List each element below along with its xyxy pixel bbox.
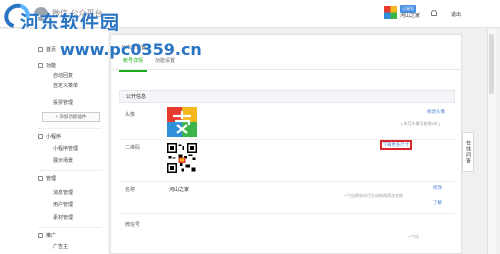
row-divider — [119, 213, 455, 214]
sidebar-item-miniprogram-manage[interactable]: 小程序管理 — [53, 145, 78, 152]
name-change-note: 一个自然年内可主动修改两次名称 — [343, 193, 403, 198]
name-row-label: 名称 — [125, 187, 136, 193]
sidebar-item-materials[interactable]: 素材管理 — [53, 214, 73, 221]
learn-more-link[interactable]: 了解 — [433, 200, 442, 206]
account-avatar-image — [167, 107, 197, 137]
account-name-value: 河山之家 — [169, 187, 190, 193]
function-icon — [38, 63, 43, 68]
top-bar: 微信·公众平台 河东软件园 订阅号 河山之家 退出 — [0, 0, 500, 34]
sidebar-group-label: 小程序 — [46, 134, 62, 140]
scrollbar-thumb[interactable] — [489, 34, 494, 94]
bell-icon[interactable] — [431, 10, 437, 16]
sidebar-group-function[interactable]: 功能 — [38, 62, 56, 69]
watermark-url: www.pc0359.cn — [60, 40, 202, 59]
change-avatar-link[interactable]: 修改头像 — [427, 109, 445, 115]
account-name[interactable]: 河山之家 — [400, 12, 420, 19]
sidebar-divider — [38, 128, 102, 129]
sidebar-group-label: 管理 — [46, 176, 57, 182]
avatar-row-label: 头像 — [125, 112, 136, 118]
account-avatar-icon[interactable] — [384, 6, 397, 19]
sidebar-group-promote[interactable]: 推广 — [38, 232, 56, 239]
sidebar-divider — [38, 227, 102, 228]
sidebar-item-custom-menu[interactable]: 自定义菜单 — [53, 82, 78, 89]
qrcode-image — [167, 143, 197, 173]
avatar-change-note: ( 本月头像可修改5次 ) — [401, 121, 441, 126]
add-plugin-button[interactable]: + 添加功能插件 — [42, 112, 100, 122]
sidebar-group-label: 推广 — [46, 233, 57, 239]
row-divider — [119, 181, 455, 182]
sidebar-group-label: 功能 — [46, 63, 57, 69]
edit-name-link[interactable]: 修改 — [433, 185, 442, 191]
section-public-info: 公开信息 — [119, 90, 455, 103]
sidebar-group-home[interactable]: 首页 — [38, 46, 56, 53]
home-icon — [38, 47, 43, 52]
sidebar-group-label: 首页 — [46, 47, 57, 53]
qrcode-row-label: 二维码 — [125, 145, 141, 151]
miniprogram-icon — [38, 134, 43, 139]
manage-icon — [38, 176, 43, 181]
main-panel: 公众号设置 帐号详情 功能设置 公开信息 头像 修改头像 ( 本月头像可修改5次… — [110, 34, 462, 254]
sidebar-item-display-scene[interactable]: 展示场景 — [53, 157, 73, 164]
wechat-id-row-label: 微信号 — [125, 222, 141, 228]
sidebar-divider — [38, 170, 102, 171]
sidebar-item-advertiser[interactable]: 广告主 — [53, 243, 68, 250]
tab-divider — [111, 69, 461, 70]
promote-icon — [38, 233, 43, 238]
sidebar-item-vote[interactable]: 投票管理 — [53, 99, 73, 106]
sidebar-item-messages[interactable]: 消息管理 — [53, 189, 73, 196]
download-more-sizes-link[interactable]: 下载更多尺寸 — [383, 142, 409, 148]
sidebar-item-users[interactable]: 用户管理 — [53, 201, 73, 208]
sidebar-group-manage[interactable]: 管理 — [38, 175, 56, 182]
sidebar-group-miniprogram[interactable]: 小程序 — [38, 133, 61, 140]
wechat-id-note: 一个自 — [407, 234, 419, 239]
online-qa-tab[interactable]: 在线问答 — [462, 132, 474, 172]
logout-link[interactable]: 退出 — [451, 11, 461, 18]
sidebar-item-auto-reply[interactable]: 自动回复 — [53, 72, 73, 79]
